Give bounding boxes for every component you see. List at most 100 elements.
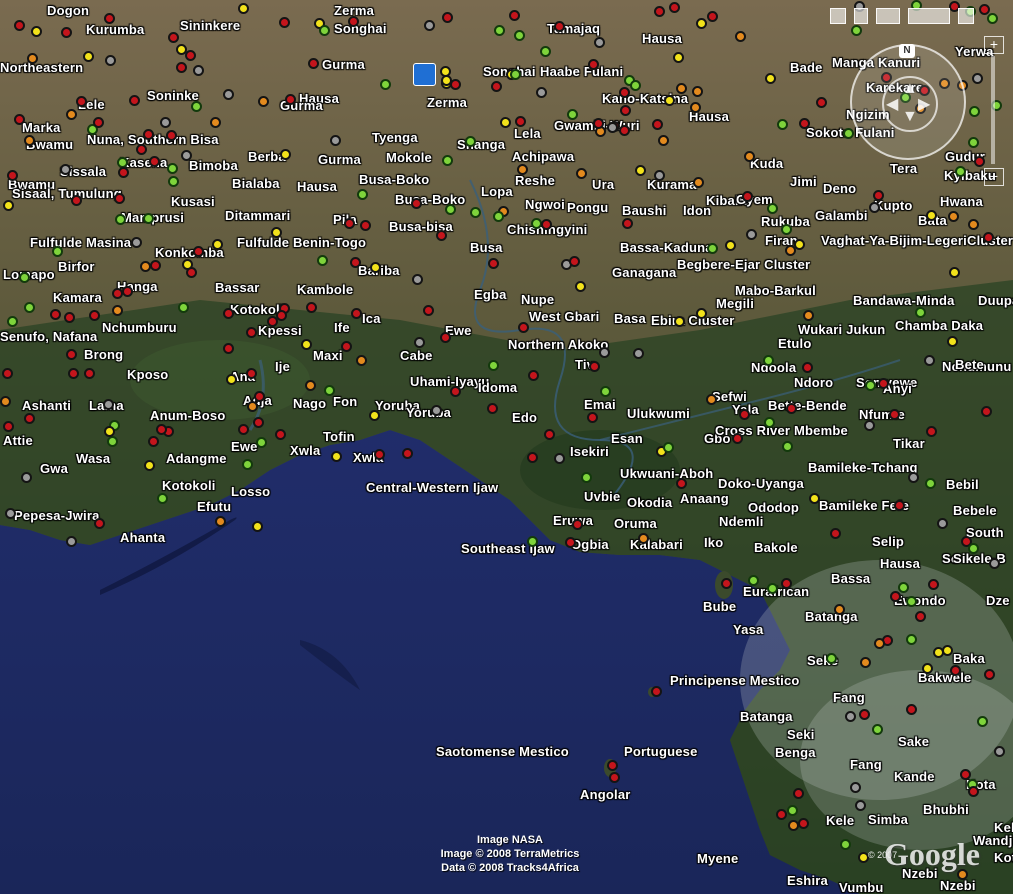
location-marker[interactable] [324, 385, 335, 396]
location-marker[interactable] [607, 122, 618, 133]
location-marker[interactable] [630, 80, 641, 91]
location-marker[interactable] [721, 578, 732, 589]
location-marker[interactable] [830, 528, 841, 539]
location-marker[interactable] [61, 27, 72, 38]
place-label[interactable]: Pongu [567, 200, 608, 215]
location-marker[interactable] [746, 229, 757, 240]
location-marker[interactable] [319, 25, 330, 36]
place-label[interactable]: Kuda [750, 156, 783, 171]
place-label[interactable]: Kposo [127, 367, 168, 382]
location-marker[interactable] [14, 114, 25, 125]
location-marker[interactable] [948, 211, 959, 222]
location-marker[interactable] [651, 686, 662, 697]
location-marker[interactable] [21, 472, 32, 483]
place-label[interactable]: Iko [704, 535, 723, 550]
place-label[interactable]: Emai [584, 397, 616, 412]
place-label[interactable]: Basa [614, 311, 646, 326]
location-marker[interactable] [3, 421, 14, 432]
nav-segment-1[interactable] [830, 8, 846, 24]
location-marker[interactable] [226, 374, 237, 385]
location-marker[interactable] [517, 164, 528, 175]
location-marker[interactable] [872, 724, 883, 735]
location-marker[interactable] [540, 46, 551, 57]
location-marker[interactable] [658, 135, 669, 146]
location-marker[interactable] [803, 310, 814, 321]
location-marker[interactable] [114, 193, 125, 204]
location-marker[interactable] [696, 18, 707, 29]
place-label[interactable]: Duupa [978, 293, 1013, 308]
place-label[interactable]: Wukari Jukun [798, 322, 885, 337]
location-marker[interactable] [926, 426, 937, 437]
place-label[interactable]: Lopa [481, 184, 513, 199]
location-marker[interactable] [380, 79, 391, 90]
place-label[interactable]: Vaghat-Ya-Bijim-Legeri [821, 233, 967, 248]
location-marker[interactable] [767, 203, 778, 214]
location-marker[interactable] [619, 87, 630, 98]
place-label[interactable]: Tikar [893, 436, 925, 451]
location-marker[interactable] [370, 262, 381, 273]
north-indicator[interactable]: N [899, 44, 915, 58]
location-marker[interactable] [906, 596, 917, 607]
location-marker[interactable] [855, 800, 866, 811]
place-label[interactable]: Bandawa-Minda [853, 293, 955, 308]
place-label[interactable]: Kurama [647, 177, 697, 192]
place-label[interactable]: Ulukwumi [627, 406, 690, 421]
location-marker[interactable] [906, 634, 917, 645]
location-marker[interactable] [157, 493, 168, 504]
location-marker[interactable] [167, 163, 178, 174]
location-marker[interactable] [725, 240, 736, 251]
location-marker[interactable] [487, 403, 498, 414]
place-label[interactable]: Chamba Daka [895, 318, 983, 333]
place-label[interactable]: Haabe Fulani [540, 64, 623, 79]
location-marker[interactable] [442, 155, 453, 166]
location-marker[interactable] [89, 310, 100, 321]
place-label[interactable]: Benga [775, 745, 816, 760]
location-marker[interactable] [968, 137, 979, 148]
place-label[interactable]: Senufo, Nafana [0, 329, 97, 344]
place-label[interactable]: Sisaal, Tumulung [12, 186, 122, 201]
place-label[interactable]: Dogon [47, 3, 89, 18]
location-marker[interactable] [223, 343, 234, 354]
place-label[interactable]: Esan [611, 431, 643, 446]
location-marker[interactable] [149, 156, 160, 167]
place-label[interactable]: Bebil [946, 477, 979, 492]
location-marker[interactable] [898, 582, 909, 593]
location-marker[interactable] [776, 809, 787, 820]
place-label[interactable]: Reshe [515, 173, 555, 188]
location-marker[interactable] [874, 638, 885, 649]
location-marker[interactable] [587, 412, 598, 423]
nav-segment-3[interactable] [876, 8, 900, 24]
location-marker[interactable] [493, 211, 504, 222]
place-label[interactable]: Eshira [787, 873, 828, 888]
location-marker[interactable] [619, 125, 630, 136]
location-marker[interactable] [692, 86, 703, 97]
location-marker[interactable] [926, 210, 937, 221]
location-marker[interactable] [247, 401, 258, 412]
location-marker[interactable] [572, 519, 583, 530]
location-marker[interactable] [348, 16, 359, 27]
location-marker[interactable] [541, 219, 552, 230]
location-marker[interactable] [7, 170, 18, 181]
location-marker[interactable] [115, 214, 126, 225]
place-label[interactable]: Oruma [614, 516, 657, 531]
location-marker[interactable] [955, 166, 966, 177]
place-label[interactable]: Ica [362, 311, 381, 326]
place-label[interactable]: Ewondo [894, 593, 946, 608]
place-label[interactable]: Kpessi [258, 323, 302, 338]
place-label[interactable]: Ije [275, 359, 290, 374]
location-marker[interactable] [809, 493, 820, 504]
place-label[interactable]: Bebele [953, 503, 997, 518]
place-label[interactable]: Southeast Ijaw [461, 541, 555, 556]
location-marker[interactable] [860, 657, 871, 668]
location-marker[interactable] [193, 246, 204, 257]
location-marker[interactable] [215, 516, 226, 527]
zoom-out-button[interactable]: − [984, 168, 1004, 186]
location-marker[interactable] [414, 337, 425, 348]
location-marker[interactable] [742, 191, 753, 202]
place-label[interactable]: Pepesa-Jwira [14, 508, 100, 523]
location-marker[interactable] [843, 128, 854, 139]
place-label[interactable]: Selip [872, 534, 904, 549]
location-marker[interactable] [972, 73, 983, 84]
location-marker[interactable] [118, 167, 129, 178]
location-marker[interactable] [922, 663, 933, 674]
